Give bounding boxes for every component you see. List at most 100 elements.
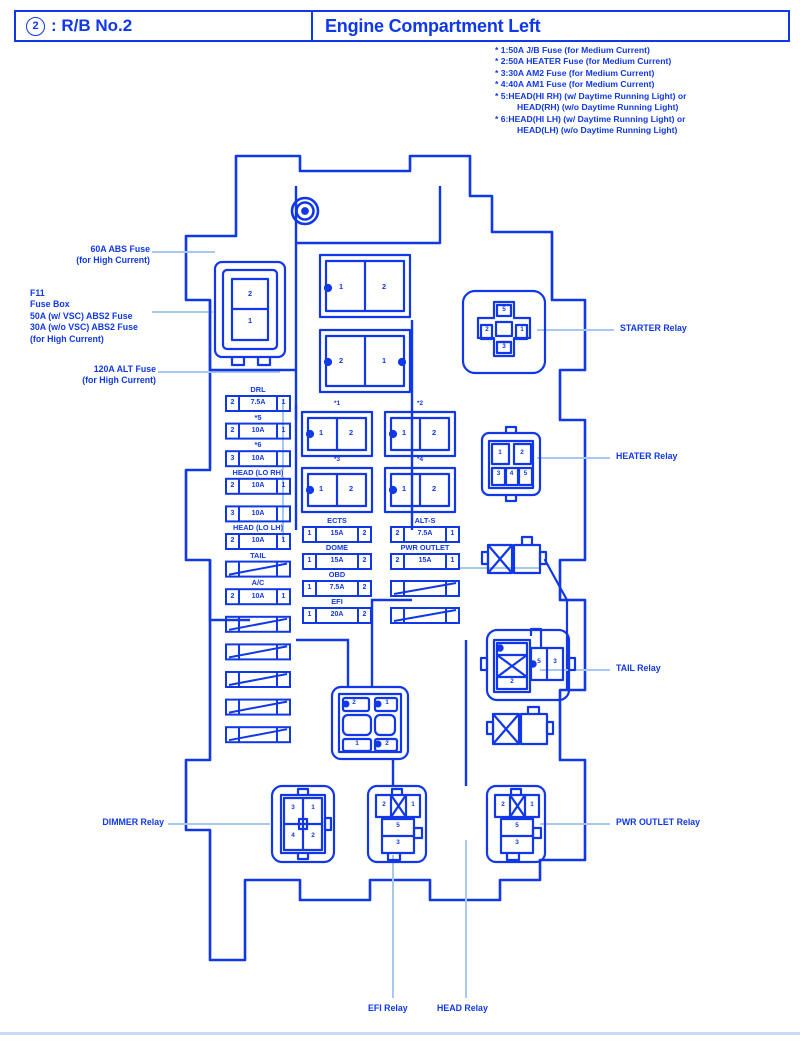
callout-head-relay: HEAD Relay xyxy=(437,1003,488,1013)
fuse-terminal-right: 1 xyxy=(281,427,286,434)
fuse-terminal-left: 2 xyxy=(230,427,235,434)
star2-num-right: 2 xyxy=(431,428,437,437)
star1-num-right: 2 xyxy=(348,428,354,437)
callout-fusebox-line5: (for High Current) xyxy=(30,333,104,344)
fuse-name-label: ALT-S xyxy=(414,516,436,525)
callout-abs-fuse-line2: (for High Current) xyxy=(76,255,150,266)
abs-block-num-top: 2 xyxy=(247,289,253,298)
tail-relay-x xyxy=(496,654,528,678)
fuse-amp-rating: 7.5A xyxy=(417,530,433,538)
fuse-terminal-right: 2 xyxy=(362,584,367,592)
heater-term-2-num: 2 xyxy=(520,449,524,456)
wire-center-up xyxy=(296,638,350,687)
pwrout-term-2: 2 xyxy=(501,801,505,808)
center-relay-term-2b: 2 xyxy=(385,740,389,747)
star1-pin xyxy=(305,429,315,439)
fuse-name-label: HEAD (LO RH) xyxy=(232,467,284,477)
fuse-name-label: PWR OUTLET xyxy=(400,543,450,552)
abs-block-num-bottom: 1 xyxy=(247,316,253,325)
fuse-terminal-right: 1 xyxy=(450,557,455,565)
tail-tab-left xyxy=(479,656,489,672)
abs-fuse-tab-l xyxy=(230,357,246,367)
box-inner-diagonal xyxy=(550,230,587,602)
fuse-amp-rating: 7.5A xyxy=(329,584,345,592)
fuse-name-label: EFI xyxy=(331,597,343,606)
jb-fuse-pin xyxy=(323,283,333,293)
starter-term-3: 3 xyxy=(502,343,506,350)
efi-term-3: 3 xyxy=(396,839,400,846)
empty-fuse-slash xyxy=(228,562,288,576)
tail-right-tab xyxy=(529,627,543,648)
fuse-name-label: HEAD (LO LH) xyxy=(232,523,284,532)
fuse-amp-rating: 10A xyxy=(251,482,265,490)
empty-fuse-slash xyxy=(228,728,288,742)
efi-term-5: 5 xyxy=(396,822,400,829)
fuse-terminal-left: 1 xyxy=(307,557,312,565)
callout-fusebox-line2: Fuse Box xyxy=(30,299,70,310)
efi-top-x xyxy=(390,794,407,818)
fuse-name-label: DOME xyxy=(325,543,349,552)
fuse-terminal-right: 2 xyxy=(362,611,367,619)
star4-label: *4 xyxy=(416,456,424,463)
efi-term-2: 2 xyxy=(382,801,386,808)
star2-num-left: 1 xyxy=(401,428,407,437)
xconn-3-tab-l xyxy=(485,720,495,736)
fuse-terminal-right: 1 xyxy=(450,530,455,538)
callout-efi-relay: EFI Relay xyxy=(368,1003,408,1013)
star3-num-right: 2 xyxy=(348,484,354,493)
tail-term-3: 3 xyxy=(553,658,557,665)
tail-term-5: 5 xyxy=(537,658,541,665)
star1-num-left: 1 xyxy=(318,428,324,437)
callout-fusebox-line1: F11 xyxy=(30,288,45,298)
empty-fuse-slash xyxy=(228,700,288,714)
center-term-c xyxy=(341,713,373,737)
starter-center-contact xyxy=(494,320,514,338)
callout-tail-relay: TAIL Relay xyxy=(616,663,661,673)
center-pin-f xyxy=(374,740,382,748)
empty-fuse-slash xyxy=(228,645,288,659)
heater-term-5-num: 5 xyxy=(523,470,528,477)
fuse-terminal-left: 3 xyxy=(230,454,235,462)
empty-fuse-slash xyxy=(228,673,288,686)
fuse-name-label: ECTS xyxy=(327,516,347,525)
efi-term-1: 1 xyxy=(411,801,415,808)
efi-tab-right xyxy=(412,826,424,840)
pwrout-top-x xyxy=(509,794,526,818)
callout-alt-fuse-line2: (for High Current) xyxy=(82,375,156,386)
star2-label: *2 xyxy=(416,400,424,407)
fuse-amp-rating: 10A xyxy=(251,454,265,462)
heater-term-1-num: 1 xyxy=(498,449,502,456)
fuse-amp-rating: 10A xyxy=(251,427,265,434)
fuse-terminal-left: 1 xyxy=(307,611,312,619)
fuse-amp-rating: 10A xyxy=(251,592,265,600)
star3-pin xyxy=(305,485,315,495)
alt-block-num-right: 1 xyxy=(381,356,387,365)
callout-heater-relay: HEATER Relay xyxy=(616,451,678,461)
fuse-terminal-left: 1 xyxy=(307,530,312,538)
starter-term-1: 1 xyxy=(520,326,524,333)
alt-fuse-pin-r xyxy=(397,357,407,367)
connector-dot xyxy=(301,207,309,215)
fuse-terminal-left: 2 xyxy=(230,482,235,490)
callout-dimmer-relay: DIMMER Relay xyxy=(102,817,164,827)
fuse-name-label: *5 xyxy=(254,412,262,422)
dimmer-term-3: 3 xyxy=(291,804,295,811)
fuse-amp-rating: 15A xyxy=(330,530,344,538)
callout-alt-fuse: 120A ALT Fuse (for High Current) xyxy=(0,364,156,387)
fuse-terminal-right: 2 xyxy=(362,557,367,565)
pwrout-tab-right xyxy=(531,826,543,840)
starter-term-2: 2 xyxy=(485,326,489,333)
tail-tab-right xyxy=(567,656,577,672)
starter-relay-body xyxy=(461,289,547,375)
callout-pwr-outlet-relay: PWR OUTLET Relay xyxy=(616,817,701,827)
dimmer-term-1: 1 xyxy=(311,804,315,811)
alt-block-num-left: 2 xyxy=(338,356,344,365)
xconn-4-tab-r xyxy=(545,720,555,736)
alt-fuse-pin-l xyxy=(323,357,333,367)
callout-abs-fuse: 60A ABS Fuse (for High Current) xyxy=(0,244,150,267)
fuse-terminal-left: 2 xyxy=(395,557,400,565)
abs-fuse-tab-r xyxy=(256,357,272,367)
fuse-name-label: OBD xyxy=(328,570,346,579)
dimmer-term-4: 4 xyxy=(291,832,295,839)
pwrout-term-3: 3 xyxy=(515,839,519,846)
